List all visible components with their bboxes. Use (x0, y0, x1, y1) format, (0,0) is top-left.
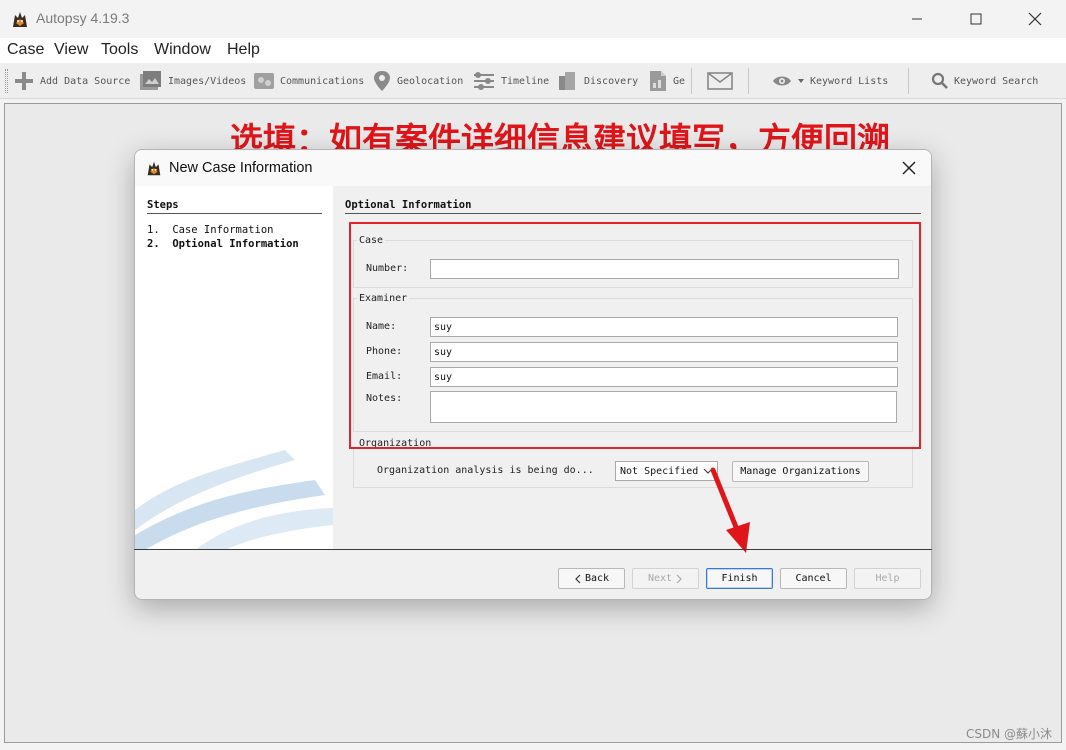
map-pin-icon (374, 71, 390, 91)
case-group-label: Case (357, 235, 386, 246)
add-data-source-label: Add Data Source (40, 75, 131, 87)
dropdown-arrow-icon (798, 79, 804, 83)
number-label: Number: (366, 263, 409, 274)
steps-divider (147, 213, 322, 214)
email-button[interactable] (707, 67, 733, 95)
back-label: Back (584, 573, 610, 584)
keyword-lists-label: Keyword Lists (810, 75, 889, 87)
minimize-button[interactable] (888, 0, 946, 38)
timeline-button[interactable]: Timeline (472, 67, 549, 95)
add-data-source-button[interactable]: Add Data Source (13, 67, 130, 95)
images-videos-label: Images/Videos (168, 75, 247, 87)
step-case-information: 1. Case Information (147, 224, 273, 236)
maximize-icon (970, 13, 982, 25)
dialog-close-button[interactable] (897, 156, 921, 180)
window-titlebar: Autopsy 4.19.3 (0, 0, 1066, 38)
geolocation-button[interactable]: Geolocation (372, 67, 463, 95)
steps-heading: Steps (147, 199, 179, 211)
next-button[interactable]: Next (632, 568, 699, 589)
communications-icon (254, 73, 274, 89)
organization-selected-value: Not Specified (620, 465, 699, 477)
discovery-icon (559, 72, 575, 90)
toolbar-grip[interactable] (5, 69, 8, 93)
close-icon (1028, 12, 1042, 26)
search-icon (931, 72, 948, 89)
organization-analysis-label: Organization analysis is being do... (377, 465, 594, 476)
help-label: Help (875, 573, 900, 584)
step-label: Optional Information (172, 238, 299, 250)
toolbar-separator (691, 68, 692, 94)
generate-report-button[interactable]: Ge (648, 67, 685, 95)
discovery-button[interactable]: Discovery (557, 67, 638, 95)
email-icon (707, 72, 733, 90)
chevron-left-icon (575, 574, 581, 583)
menu-bar: Case View Tools Window Help (0, 38, 1066, 63)
step-number: 2. (147, 238, 160, 250)
communications-button[interactable]: Communications (253, 67, 364, 95)
dialog-titlebar: New Case Information (135, 150, 931, 186)
toolbar-separator (748, 68, 749, 94)
steps-panel: Steps 1. Case Information 2. Optional In… (135, 186, 333, 550)
menu-window[interactable]: Window (154, 41, 211, 59)
step-label: Case Information (172, 224, 274, 236)
menu-tools[interactable]: Tools (101, 41, 138, 59)
examiner-phone-input[interactable] (430, 342, 898, 362)
communications-label: Communications (280, 75, 365, 87)
dialog-title: New Case Information (169, 160, 313, 176)
eye-icon (773, 76, 791, 86)
decorative-swoosh (135, 450, 333, 550)
plus-icon (15, 72, 33, 90)
keyword-search-label: Keyword Search (954, 75, 1039, 87)
organization-group-label: Organization (357, 438, 434, 449)
csdn-watermark: CSDN @蘇小沐 (965, 727, 1052, 741)
generate-report-label: Ge (673, 75, 686, 87)
help-button[interactable]: Help (854, 568, 921, 589)
finish-button[interactable]: Finish (706, 568, 773, 589)
autopsy-logo-icon (147, 161, 161, 176)
main-toolbar: Add Data Source Images/Videos Communicat… (0, 63, 1066, 99)
phone-label: Phone: (366, 346, 403, 357)
examiner-group-label: Examiner (357, 293, 410, 304)
close-icon (902, 161, 916, 175)
examiner-email-input[interactable] (430, 367, 898, 387)
step-optional-information: 2. Optional Information (147, 238, 299, 250)
chevron-right-icon (676, 574, 682, 583)
images-icon (140, 71, 161, 90)
step-number: 1. (147, 224, 160, 236)
dialog-footer-divider (134, 549, 932, 550)
notes-label: Notes: (366, 393, 403, 404)
annotation-arrow (710, 467, 750, 553)
report-icon (650, 71, 666, 91)
autopsy-logo-icon (13, 12, 27, 27)
close-window-button[interactable] (1006, 0, 1064, 38)
name-label: Name: (366, 321, 397, 332)
maximize-button[interactable] (947, 0, 1005, 38)
window-title: Autopsy 4.19.3 (36, 10, 130, 26)
back-button[interactable]: Back (558, 568, 625, 589)
examiner-notes-textarea[interactable] (430, 391, 897, 423)
content-divider (345, 213, 921, 214)
email-label: Email: (366, 371, 403, 382)
cancel-label: Cancel (795, 573, 832, 584)
keyword-search-button[interactable]: Keyword Search (931, 67, 1038, 95)
keyword-lists-button[interactable]: Keyword Lists (772, 67, 888, 95)
next-label: Next (647, 573, 673, 584)
timeline-label: Timeline (501, 75, 550, 87)
menu-case[interactable]: Case (7, 41, 44, 59)
discovery-label: Discovery (584, 75, 639, 87)
minimize-icon (912, 18, 922, 20)
menu-help[interactable]: Help (227, 41, 260, 59)
geolocation-label: Geolocation (397, 75, 464, 87)
cancel-button[interactable]: Cancel (780, 568, 847, 589)
toolbar-separator (908, 68, 909, 94)
finish-label: Finish (721, 573, 758, 584)
menu-view[interactable]: View (54, 41, 88, 59)
case-number-input[interactable] (430, 259, 899, 279)
content-heading: Optional Information (345, 199, 472, 211)
timeline-icon (474, 72, 494, 90)
images-videos-button[interactable]: Images/Videos (139, 67, 246, 95)
examiner-name-input[interactable] (430, 317, 898, 337)
